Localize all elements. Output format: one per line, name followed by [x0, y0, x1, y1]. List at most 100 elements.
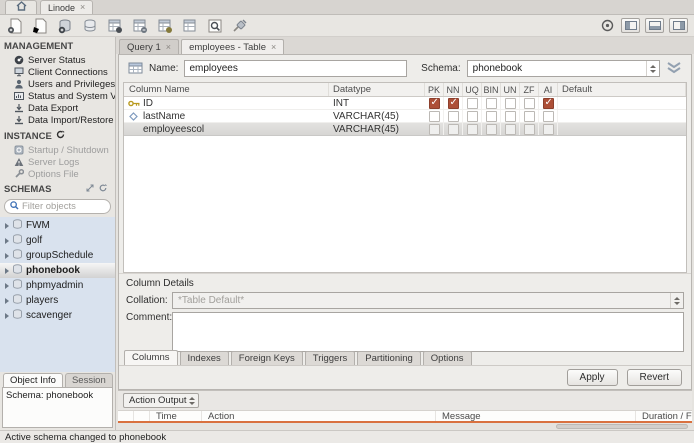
header-uq[interactable]: UQ: [463, 83, 482, 96]
ai-checkbox[interactable]: [542, 123, 554, 135]
expander-icon[interactable]: [5, 267, 9, 274]
tab-session[interactable]: Session: [64, 373, 113, 387]
refresh-schemas-icon[interactable]: [99, 184, 108, 195]
tab-query-1[interactable]: Query 1 ×: [119, 39, 180, 54]
spinner-icon[interactable]: [646, 61, 659, 76]
output-type-select[interactable]: Action Output: [123, 393, 199, 408]
pk-checkbox[interactable]: [428, 97, 440, 109]
column-row-lastname[interactable]: lastName VARCHAR(45): [124, 110, 686, 123]
column-datatype[interactable]: VARCHAR(45): [329, 111, 425, 122]
sidebar-item-data-import[interactable]: Data Import/Restore: [0, 114, 115, 126]
bin-checkbox[interactable]: [485, 123, 497, 135]
sidebar-item-server-status[interactable]: Server Status: [0, 54, 115, 66]
sidebar-item-users-privileges[interactable]: Users and Privileges: [0, 78, 115, 90]
schema-item-players[interactable]: players: [0, 293, 115, 308]
collation-select[interactable]: *Table Default*: [172, 292, 684, 309]
uq-checkbox[interactable]: [466, 110, 478, 122]
tab-foreign-keys[interactable]: Foreign Keys: [230, 351, 303, 365]
sidebar-item-startup-shutdown[interactable]: Startup / Shutdown: [0, 144, 115, 156]
pk-checkbox[interactable]: [428, 110, 440, 122]
create-procedure-icon[interactable]: [131, 17, 148, 34]
schema-item-golf[interactable]: golf: [0, 233, 115, 248]
create-view-icon[interactable]: [106, 17, 123, 34]
tab-triggers[interactable]: Triggers: [304, 351, 356, 365]
column-row-id[interactable]: ID INT: [124, 97, 686, 110]
column-row-employeescol[interactable]: employeescol VARCHAR(45): [124, 123, 686, 136]
header-un[interactable]: UN: [501, 83, 520, 96]
table-name-input[interactable]: [184, 60, 408, 77]
zf-checkbox[interactable]: [523, 97, 535, 109]
toggle-secondary-sidebar-button[interactable]: [669, 18, 688, 33]
header-ai[interactable]: AI: [539, 83, 558, 96]
create-table-icon[interactable]: [81, 17, 98, 34]
zf-checkbox[interactable]: [523, 110, 535, 122]
nn-checkbox[interactable]: [447, 110, 459, 122]
header-duration-fetch[interactable]: Duration / Fetch: [636, 411, 692, 421]
header-action[interactable]: Action: [202, 411, 436, 421]
apply-button[interactable]: Apply: [566, 369, 618, 386]
bin-checkbox[interactable]: [485, 110, 497, 122]
column-datatype[interactable]: VARCHAR(45): [329, 124, 425, 135]
header-pk[interactable]: PK: [425, 83, 444, 96]
header-nn[interactable]: NN: [444, 83, 463, 96]
schema-item-phpmyadmin[interactable]: phpmyadmin: [0, 278, 115, 293]
zf-checkbox[interactable]: [523, 123, 535, 135]
sidebar-item-data-export[interactable]: Data Export: [0, 102, 115, 114]
header-datatype[interactable]: Datatype: [329, 83, 425, 96]
ai-checkbox[interactable]: [542, 97, 554, 109]
header-default[interactable]: Default: [558, 83, 686, 96]
schema-item-groupschedule[interactable]: groupSchedule: [0, 248, 115, 263]
expander-icon[interactable]: [5, 282, 9, 289]
schema-item-phonebook[interactable]: phonebook: [0, 263, 115, 278]
schema-filter-input[interactable]: [22, 201, 100, 212]
expand-schemas-icon[interactable]: [86, 184, 94, 195]
tab-employees-table[interactable]: employees - Table ×: [181, 39, 285, 54]
expander-icon[interactable]: [5, 297, 9, 304]
close-icon[interactable]: ×: [271, 42, 276, 52]
toggle-sidebar-button[interactable]: [621, 18, 640, 33]
un-checkbox[interactable]: [504, 110, 516, 122]
ai-checkbox[interactable]: [542, 110, 554, 122]
un-checkbox[interactable]: [504, 97, 516, 109]
revert-button[interactable]: Revert: [626, 369, 682, 386]
un-checkbox[interactable]: [504, 123, 516, 135]
uq-checkbox[interactable]: [466, 97, 478, 109]
tab-options[interactable]: Options: [422, 351, 472, 365]
search-objects-icon[interactable]: [206, 17, 223, 34]
tab-indexes[interactable]: Indexes: [179, 351, 229, 365]
close-icon[interactable]: ×: [80, 3, 85, 12]
bin-checkbox[interactable]: [485, 97, 497, 109]
home-tab[interactable]: [5, 0, 37, 14]
create-schema-icon[interactable]: [56, 17, 73, 34]
header-message[interactable]: Message: [436, 411, 636, 421]
open-sql-script-icon[interactable]: [31, 17, 48, 34]
sidebar-item-client-connections[interactable]: Client Connections: [0, 66, 115, 78]
reconnect-icon[interactable]: [231, 17, 248, 34]
sidebar-item-status-system-variables[interactable]: Status and System Variables: [0, 90, 115, 102]
header-column-name[interactable]: Column Name: [124, 83, 329, 96]
expander-icon[interactable]: [5, 312, 9, 319]
tab-partitioning[interactable]: Partitioning: [357, 351, 421, 365]
collapse-header-icon[interactable]: [666, 61, 682, 77]
nn-checkbox[interactable]: [447, 123, 459, 135]
horizontal-scrollbar[interactable]: [118, 423, 692, 430]
nn-checkbox[interactable]: [447, 97, 459, 109]
toggle-output-area-button[interactable]: [645, 18, 664, 33]
pk-checkbox[interactable]: [428, 123, 440, 135]
connection-tab[interactable]: Linode ×: [40, 0, 94, 14]
new-sql-tab-icon[interactable]: [6, 17, 23, 34]
close-icon[interactable]: ×: [166, 42, 171, 52]
grid-empty-area[interactable]: [124, 136, 686, 272]
column-datatype[interactable]: INT: [329, 98, 425, 109]
schema-item-fwm[interactable]: FWM: [0, 218, 115, 233]
tab-columns[interactable]: Columns: [124, 350, 178, 365]
spinner-icon[interactable]: [189, 396, 198, 405]
header-bin[interactable]: BIN: [482, 83, 501, 96]
schema-item-scavenger[interactable]: scavenger: [0, 308, 115, 323]
spinner-icon[interactable]: [670, 293, 683, 308]
scrollbar-thumb[interactable]: [556, 424, 688, 429]
expander-icon[interactable]: [5, 252, 9, 259]
sidebar-item-options-file[interactable]: Options File: [0, 168, 115, 180]
header-time[interactable]: Time: [150, 411, 202, 421]
expander-icon[interactable]: [5, 222, 9, 229]
